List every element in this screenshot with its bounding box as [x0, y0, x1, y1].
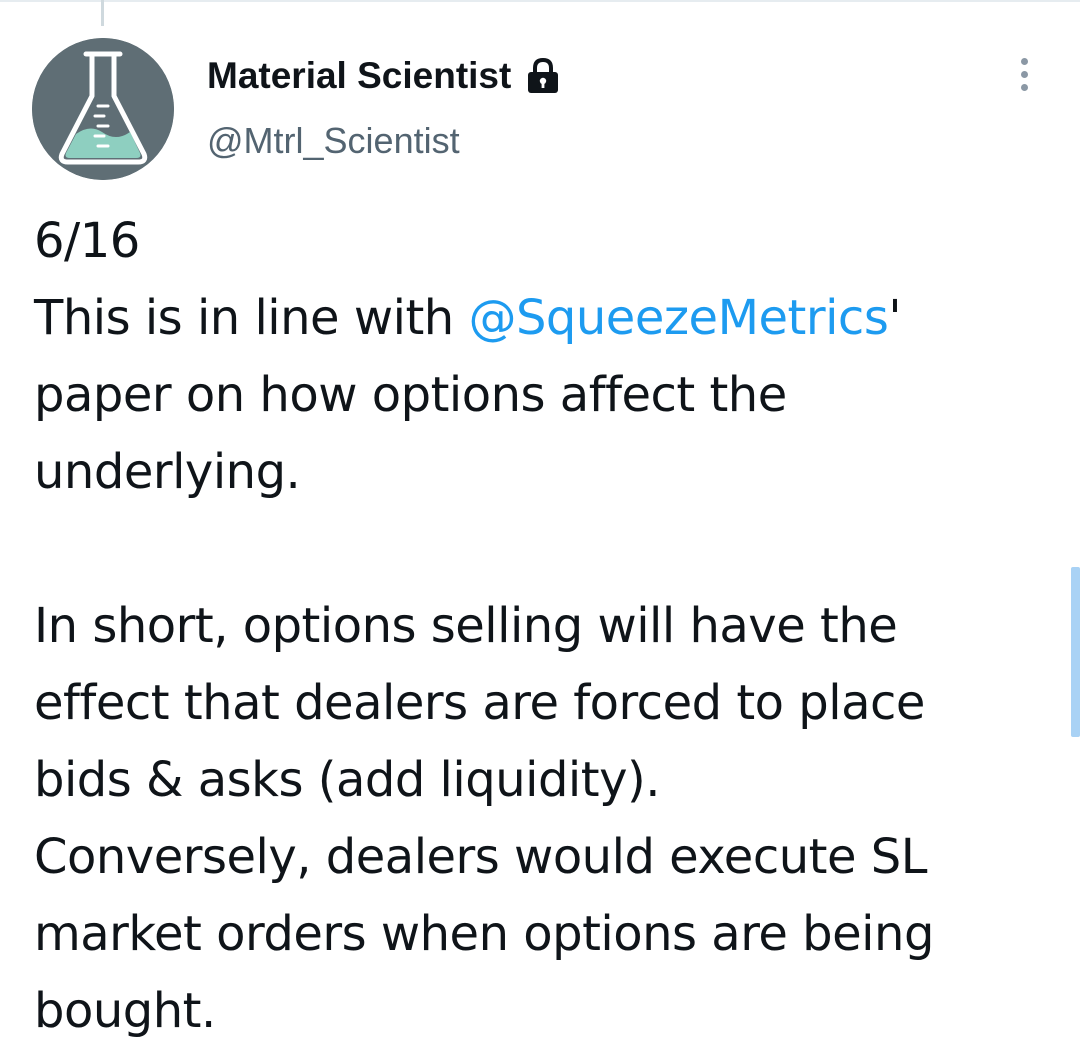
mention-link[interactable]: @SqueezeMetrics	[468, 290, 888, 346]
tweet-text-segment: '	[888, 290, 902, 346]
top-divider	[0, 0, 1080, 2]
tweet-line: bought.	[34, 983, 216, 1039]
more-vertical-icon[interactable]	[1012, 58, 1036, 100]
author-handle[interactable]: @Mtrl_Scientist	[207, 120, 460, 162]
thread-connector-line	[101, 0, 104, 26]
tweet-line: Conversely, dealers would execute SL	[34, 829, 927, 885]
avatar[interactable]	[32, 38, 174, 180]
author-display-name[interactable]: Material Scientist	[207, 55, 511, 97]
tweet-text: 6/16 This is in line with @SqueezeMetric…	[34, 203, 1054, 1050]
tweet-line: In short, options selling will have the	[34, 598, 898, 654]
tweet-text-segment: This is in line with	[34, 290, 469, 346]
tweet-line: paper on how options affect the	[34, 367, 787, 423]
tweet-line: This is in line with @SqueezeMetrics'	[34, 280, 1054, 357]
tweet-line: bids & asks (add liquidity).	[34, 752, 660, 808]
tweet-line: 6/16	[34, 213, 140, 269]
flask-icon	[32, 38, 174, 180]
tweet-line: underlying.	[34, 444, 301, 500]
tweet-line: effect that dealers are forced to place	[34, 675, 925, 731]
scrollbar-thumb[interactable]	[1071, 567, 1080, 737]
lock-icon	[525, 57, 561, 95]
author-name-row[interactable]: Material Scientist	[207, 52, 561, 100]
tweet-line: market orders when options are being	[34, 906, 934, 962]
